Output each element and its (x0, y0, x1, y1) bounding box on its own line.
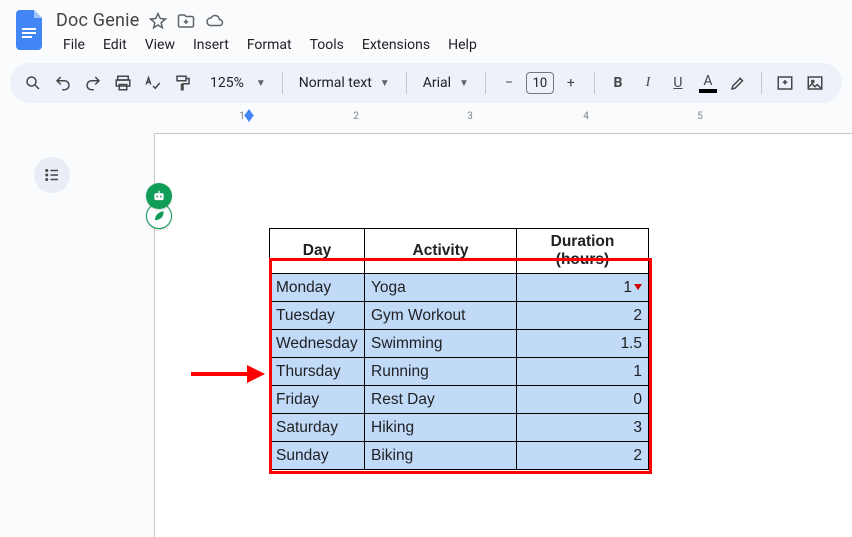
cell-duration[interactable]: 2 (517, 302, 649, 330)
cell-day[interactable]: Monday (270, 274, 365, 302)
cell-day[interactable]: Saturday (270, 414, 365, 442)
menu-file[interactable]: File (56, 35, 92, 55)
increase-font-icon[interactable]: + (558, 69, 584, 97)
menu-help[interactable]: Help (441, 35, 484, 55)
cursor-caret-icon (634, 284, 642, 290)
cell-duration[interactable]: 1.5 (517, 330, 649, 358)
move-icon[interactable] (177, 12, 195, 30)
cell-activity[interactable]: Rest Day (365, 386, 517, 414)
header-duration[interactable]: Duration (hours) (517, 229, 649, 274)
cell-duration[interactable]: 1 (517, 274, 649, 302)
cloud-icon[interactable] (205, 12, 225, 30)
menu-edit[interactable]: Edit (96, 35, 134, 55)
menu-insert[interactable]: Insert (186, 35, 236, 55)
page[interactable]: Day Activity Duration (hours) MondayYoga… (154, 133, 852, 537)
ruler-label: 4 (583, 111, 589, 122)
ruler-label: 5 (697, 111, 703, 122)
ruler[interactable]: 1 2 3 4 5 (14, 109, 838, 127)
header-day[interactable]: Day (270, 229, 365, 274)
table-row[interactable]: TuesdayGym Workout2 (270, 302, 649, 330)
redo-icon[interactable] (80, 69, 106, 97)
menu-tools[interactable]: Tools (303, 35, 351, 55)
menubar: File Edit View Insert Format Tools Exten… (56, 35, 484, 55)
spellcheck-icon[interactable] (140, 69, 166, 97)
star-icon[interactable] (149, 12, 167, 30)
separator (406, 72, 407, 94)
cell-duration[interactable]: 1 (517, 358, 649, 386)
table-header-row: Day Activity Duration (hours) (270, 229, 649, 274)
addon-badges (146, 183, 172, 229)
bold-button[interactable]: B (605, 69, 631, 97)
header-activity[interactable]: Activity (365, 229, 517, 274)
font-value: Arial (423, 75, 451, 91)
underline-button[interactable]: U (665, 69, 691, 97)
cell-day[interactable]: Sunday (270, 442, 365, 470)
cell-duration[interactable]: 3 (517, 414, 649, 442)
style-value: Normal text (299, 75, 372, 91)
insert-image-alt-button[interactable] (802, 69, 828, 97)
ruler-label: 2 (353, 111, 359, 122)
document-canvas: Day Activity Duration (hours) MondayYoga… (14, 127, 852, 537)
table-row[interactable]: SaturdayHiking3 (270, 414, 649, 442)
font-dropdown[interactable]: Arial▼ (417, 75, 475, 91)
indent-left-marker[interactable] (244, 115, 254, 122)
highlight-color-button[interactable] (725, 69, 751, 97)
cell-duration[interactable]: 0 (517, 386, 649, 414)
table-row[interactable]: SundayBiking2 (270, 442, 649, 470)
separator (485, 72, 486, 94)
zoom-value: 125% (206, 75, 248, 91)
cell-activity[interactable]: Yoga (365, 274, 517, 302)
insert-image-button[interactable] (772, 69, 798, 97)
table-row[interactable]: WednesdaySwimming1.5 (270, 330, 649, 358)
cell-activity[interactable]: Gym Workout (365, 302, 517, 330)
print-icon[interactable] (110, 69, 136, 97)
separator (594, 72, 595, 94)
decrease-font-icon[interactable]: − (496, 69, 522, 97)
table-row[interactable]: FridayRest Day0 (270, 386, 649, 414)
ai-badge-icon[interactable] (146, 183, 172, 209)
undo-icon[interactable] (50, 69, 76, 97)
cell-day[interactable]: Friday (270, 386, 365, 414)
activity-table[interactable]: Day Activity Duration (hours) MondayYoga… (269, 228, 649, 470)
annotation-arrow (191, 365, 265, 383)
cell-duration[interactable]: 2 (517, 442, 649, 470)
table-row[interactable]: ThursdayRunning1 (270, 358, 649, 386)
ruler-label: 1 (239, 111, 245, 122)
table-row[interactable]: MondayYoga1 (270, 274, 649, 302)
separator (282, 72, 283, 94)
search-icon[interactable] (20, 69, 46, 97)
ruler-label: 3 (467, 111, 473, 122)
docs-logo[interactable] (14, 8, 48, 52)
italic-button[interactable]: I (635, 69, 661, 97)
cell-activity[interactable]: Hiking (365, 414, 517, 442)
cell-day[interactable]: Thursday (270, 358, 365, 386)
cell-activity[interactable]: Biking (365, 442, 517, 470)
cell-day[interactable]: Tuesday (270, 302, 365, 330)
cell-activity[interactable]: Swimming (365, 330, 517, 358)
menu-extensions[interactable]: Extensions (355, 35, 437, 55)
zoom-dropdown[interactable]: 125%▼ (200, 75, 272, 91)
separator (761, 72, 762, 94)
document-title[interactable]: Doc Genie (56, 10, 139, 31)
menu-format[interactable]: Format (240, 35, 299, 55)
paragraph-style-dropdown[interactable]: Normal text▼ (293, 75, 396, 91)
toolbar: 125%▼ Normal text▼ Arial▼ − 10 + B I U A (10, 63, 842, 103)
font-size-input[interactable]: 10 (526, 72, 554, 94)
outline-toggle-button[interactable] (34, 157, 70, 193)
text-color-button[interactable]: A (695, 69, 721, 97)
menu-view[interactable]: View (138, 35, 182, 55)
app-header: Doc Genie File Edit View Insert Format T… (0, 0, 852, 55)
paint-format-icon[interactable] (170, 69, 196, 97)
cell-activity[interactable]: Running (365, 358, 517, 386)
cell-day[interactable]: Wednesday (270, 330, 365, 358)
